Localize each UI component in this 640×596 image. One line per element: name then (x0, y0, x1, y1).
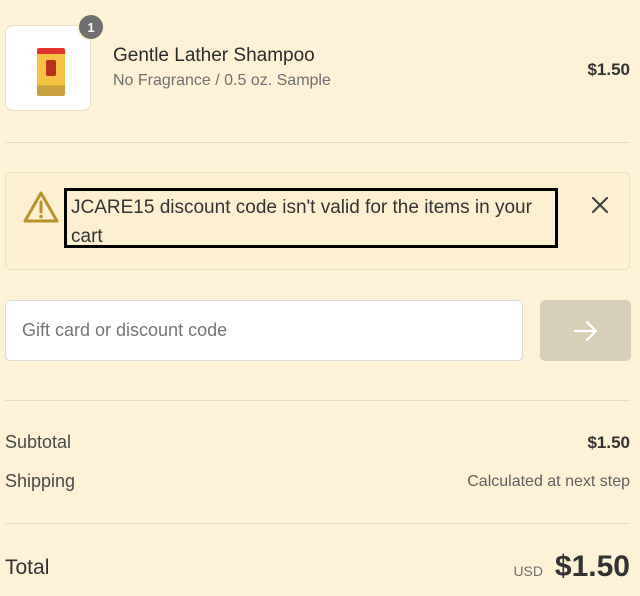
warning-icon (23, 191, 59, 223)
product-image (37, 48, 65, 96)
total-value: $1.50 (554, 550, 630, 583)
product-variant: No Fragrance / 0.5 oz. Sample (113, 72, 331, 89)
subtotal-value: $1.50 (587, 433, 630, 452)
total-label: Total (5, 556, 50, 579)
currency-code: USD (513, 563, 543, 579)
divider (5, 400, 630, 401)
divider (5, 142, 630, 143)
product-price: $1.50 (587, 60, 630, 79)
discount-code-input[interactable] (5, 300, 523, 361)
quantity-badge: 1 (77, 13, 105, 41)
shipping-value: Calculated at next step (467, 473, 630, 490)
alert-message: JCARE15 discount code isn't valid for th… (71, 197, 532, 247)
close-icon[interactable] (588, 193, 612, 217)
subtotal-label: Subtotal (5, 432, 72, 452)
product-thumbnail (5, 25, 91, 111)
apply-discount-button[interactable] (540, 300, 631, 361)
product-name: Gentle Lather Shampoo (113, 45, 315, 66)
divider (5, 523, 630, 524)
shipping-label: Shipping (5, 471, 76, 491)
arrow-right-icon (573, 320, 597, 341)
